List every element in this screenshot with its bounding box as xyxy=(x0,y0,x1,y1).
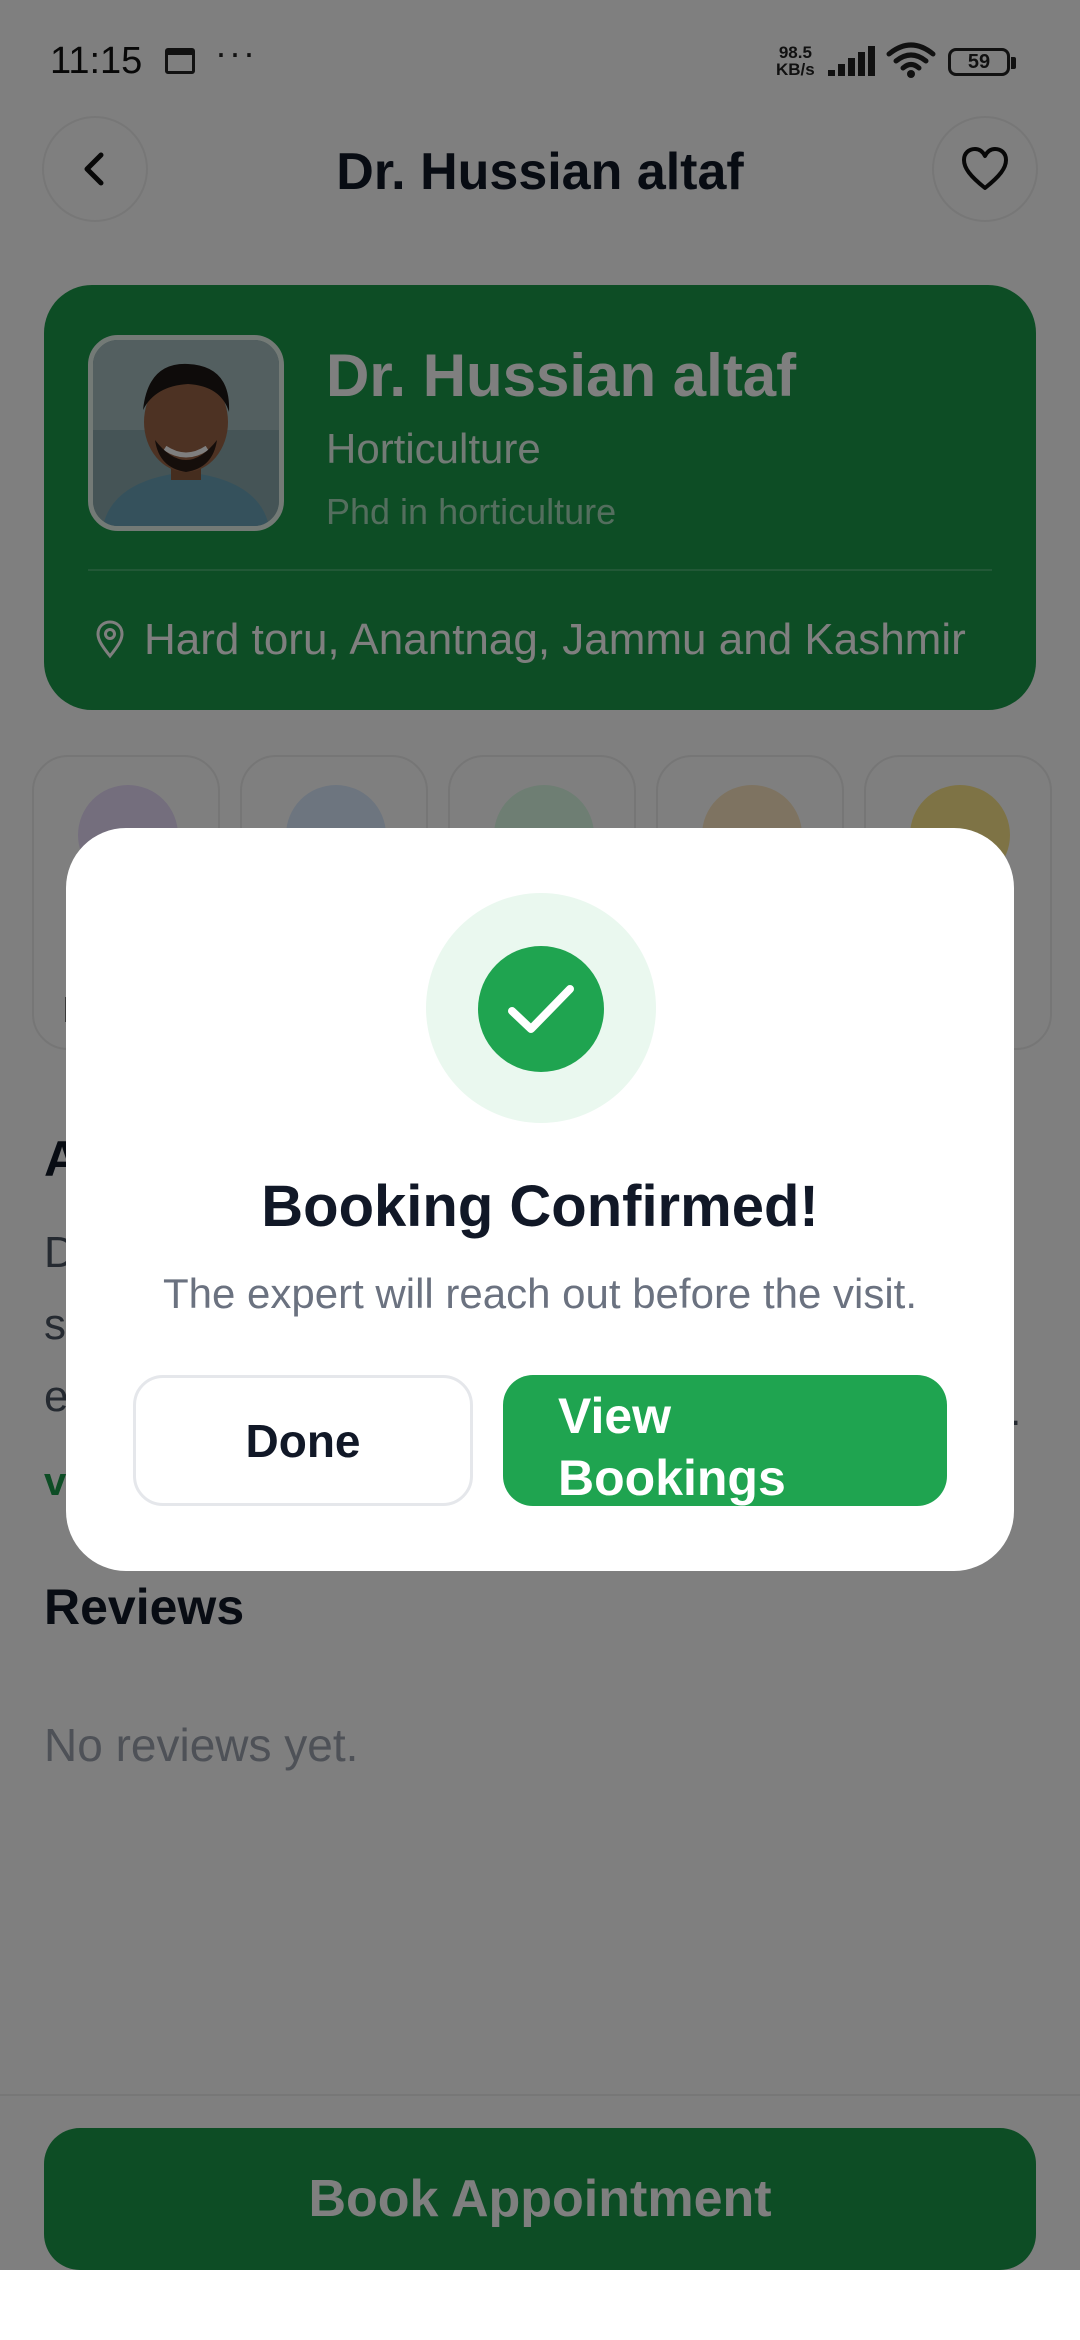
check-icon xyxy=(478,946,604,1072)
view-bookings-label-line2: Bookings xyxy=(558,1450,786,1506)
view-bookings-button[interactable]: View Bookings xyxy=(503,1375,947,1506)
done-button[interactable]: Done xyxy=(133,1375,473,1506)
booking-confirmed-dialog: Booking Confirmed! The expert will reach… xyxy=(66,828,1014,1571)
dialog-message: The expert will reach out before the vis… xyxy=(162,1270,918,1317)
dialog-title: Booking Confirmed! xyxy=(261,1174,819,1239)
view-bookings-label-line1: View xyxy=(558,1388,672,1444)
